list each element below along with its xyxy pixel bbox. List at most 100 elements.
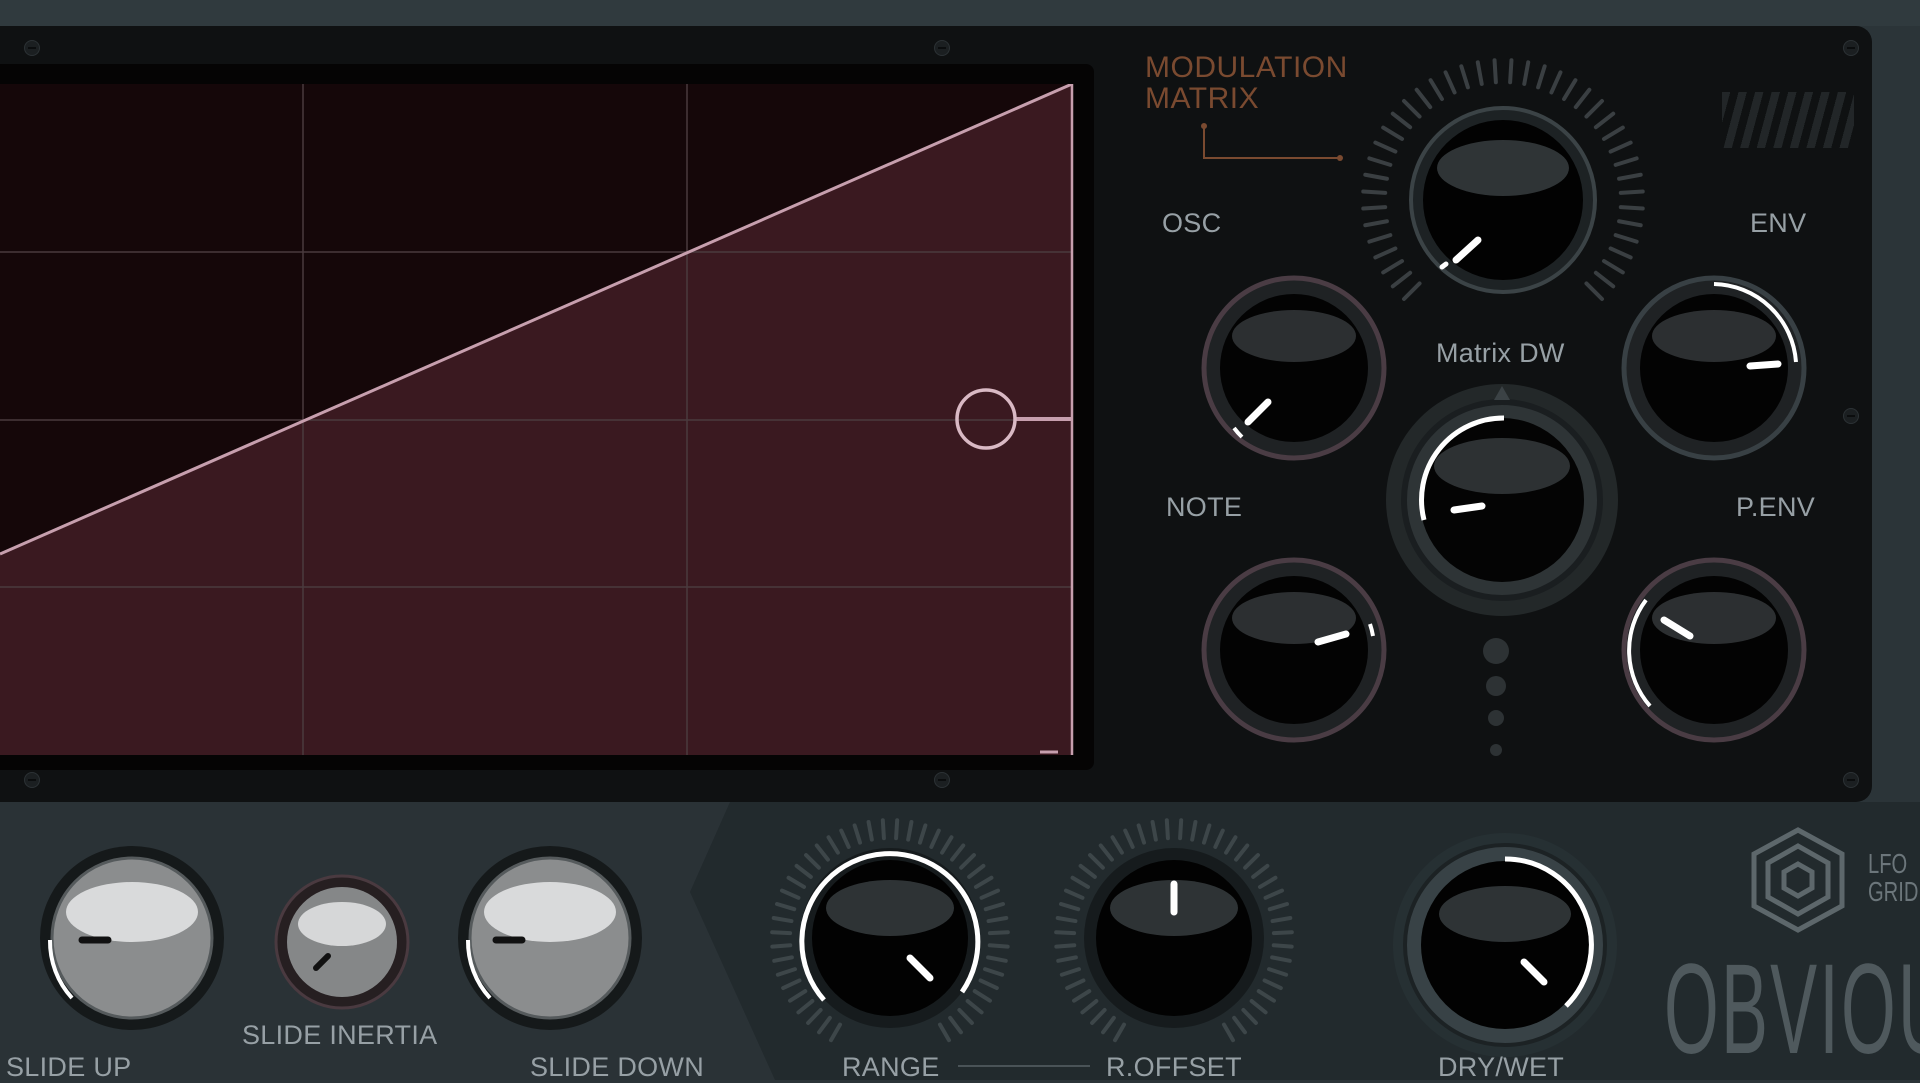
dry-wet-knob[interactable]	[1390, 830, 1620, 1060]
logo-line: GRID	[1868, 876, 1919, 907]
tick-mark	[1267, 967, 1289, 977]
tick-mark	[1098, 843, 1114, 862]
tick-mark	[973, 875, 994, 889]
tick-mark	[1234, 843, 1250, 862]
tick-mark	[1088, 853, 1105, 870]
tick-mark	[817, 1015, 832, 1035]
tick-mark	[1562, 78, 1578, 102]
tick-mark	[1584, 281, 1604, 301]
title-bracket	[1201, 123, 1343, 161]
tick-mark	[965, 999, 984, 1015]
tick-mark	[1263, 888, 1285, 900]
tick-mark	[1059, 967, 1081, 977]
tick-mark	[866, 819, 874, 842]
r-offset-knob[interactable]	[1046, 810, 1302, 1066]
tick-mark	[986, 955, 1008, 963]
tick-mark	[1475, 60, 1484, 86]
tick-mark	[1617, 172, 1643, 181]
tick-mark	[770, 930, 793, 936]
tick-mark	[1256, 989, 1276, 1003]
tick-mark	[1492, 58, 1498, 85]
screw-icon	[934, 772, 950, 788]
tick-mark	[779, 888, 801, 900]
penv-knob[interactable]	[1616, 552, 1812, 748]
vent-grille	[1722, 92, 1854, 148]
tick-mark	[880, 818, 886, 841]
osc-knob[interactable]	[1196, 270, 1392, 466]
tick-mark	[1271, 930, 1294, 936]
tick-mark	[1224, 835, 1238, 855]
tick-mark	[940, 835, 954, 855]
env-knob[interactable]	[1616, 270, 1812, 466]
tick-mark	[1257, 875, 1278, 889]
tick-mark	[1110, 835, 1124, 855]
tick-mark	[1213, 828, 1225, 849]
tick-mark	[788, 989, 808, 1003]
matrix-dot	[1486, 676, 1506, 696]
tick-mark	[967, 863, 986, 879]
tick-mark	[1078, 863, 1097, 879]
tick-mark	[1508, 58, 1514, 85]
tick-mark	[1593, 270, 1616, 289]
tick-mark	[770, 943, 793, 949]
tick-mark	[1113, 1022, 1126, 1043]
tick-mark	[1270, 915, 1293, 924]
tick-mark	[1190, 819, 1198, 842]
matrix-dw-knob[interactable]	[1384, 382, 1620, 618]
tick-mark	[1618, 205, 1645, 211]
tick-mark	[983, 902, 1005, 912]
tick-mark	[894, 818, 900, 841]
tick-mark	[979, 888, 1001, 900]
tick-mark	[1271, 943, 1294, 949]
tick-mark	[1363, 219, 1389, 228]
tick-mark	[1618, 189, 1645, 195]
tick-mark	[1402, 281, 1422, 301]
tick-mark	[1459, 64, 1470, 90]
tick-mark	[1080, 999, 1099, 1015]
tick-mark	[1267, 902, 1289, 912]
note-knob[interactable]	[1196, 552, 1392, 748]
slide-up-knob[interactable]	[34, 840, 230, 1036]
tick-mark	[826, 835, 840, 855]
note-label: NOTE	[1166, 492, 1243, 522]
screw-icon	[1843, 40, 1859, 56]
tick-mark	[1367, 156, 1393, 167]
tick-mark	[1178, 818, 1184, 841]
tick-mark	[1367, 233, 1393, 244]
tick-mark	[829, 1022, 842, 1043]
slide-down-knob[interactable]	[452, 840, 648, 1036]
tick-mark	[1608, 140, 1633, 154]
tick-mark	[1055, 915, 1078, 924]
slide-up-label: SLIDE UP	[6, 1052, 132, 1082]
tick-mark	[1617, 219, 1643, 228]
tick-mark	[806, 1007, 823, 1025]
tick-mark	[917, 823, 928, 845]
screw-icon	[934, 40, 950, 56]
tick-mark	[1402, 99, 1422, 119]
tick-mark	[775, 902, 797, 912]
penv-label: P.ENV	[1736, 492, 1816, 522]
product-name: OBVIOUS	[1664, 938, 1920, 1081]
env-label: ENV	[1750, 208, 1807, 238]
tick-mark	[986, 915, 1009, 924]
tick-mark	[1090, 1007, 1107, 1025]
tick-mark	[1390, 111, 1413, 130]
slide-inertia-label: SLIDE INERTIA	[242, 1020, 438, 1050]
tick-mark	[1072, 989, 1092, 1003]
osc-label: OSC	[1162, 208, 1222, 238]
tick-mark	[796, 999, 815, 1015]
slide-inertia-knob[interactable]	[272, 872, 412, 1012]
tick-mark	[1373, 140, 1398, 154]
tick-mark	[814, 843, 830, 862]
matrix-dot	[1488, 710, 1504, 726]
tick-mark	[852, 823, 863, 845]
tick-mark	[1136, 823, 1147, 845]
tick-mark	[972, 989, 992, 1003]
tick-mark	[1243, 853, 1260, 870]
lfo-graph[interactable]	[0, 84, 1080, 756]
tick-mark	[1414, 87, 1433, 110]
lfo-grid-logo-icon	[1751, 827, 1845, 933]
tick-mark	[1059, 902, 1081, 912]
range-knob[interactable]	[762, 810, 1018, 1066]
tick-mark	[1593, 111, 1616, 130]
